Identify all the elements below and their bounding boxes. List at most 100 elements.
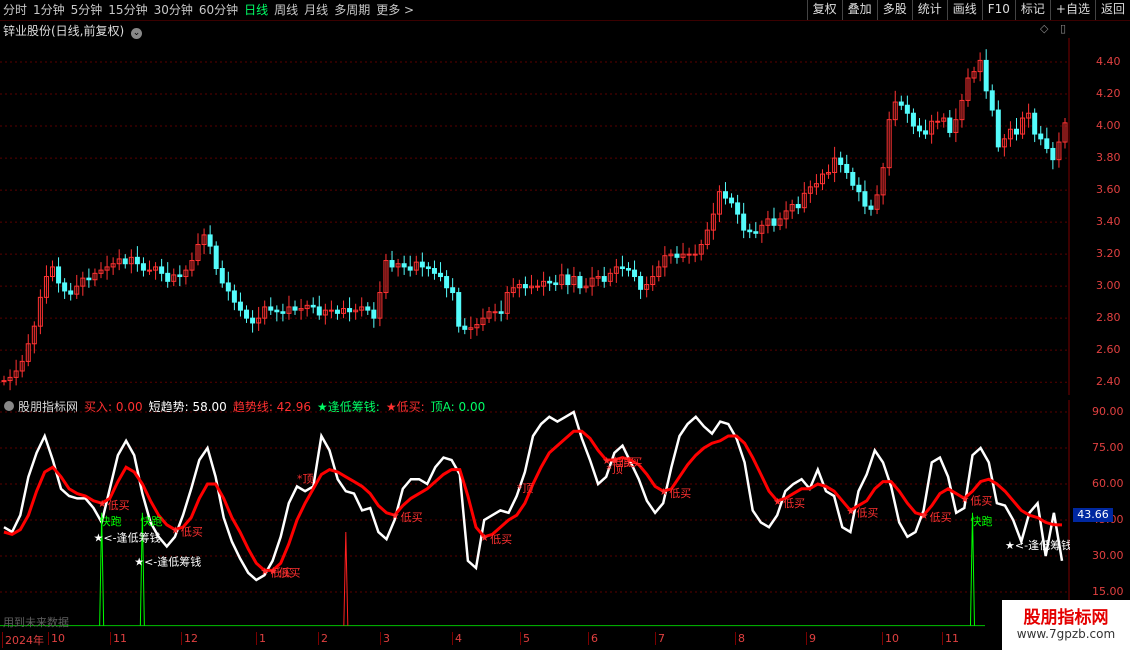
low-buy-label: 低买 <box>620 456 642 469</box>
candle <box>244 309 250 319</box>
indicator-chart[interactable]: 快跑 快跑 快跑★ 低买★ 低买★ 低买★ 低买★ 低买★ 低买★ 低买★ 低买★ 低买★ 低买★ 低买 ★… <box>0 400 1070 628</box>
candle <box>365 306 371 311</box>
candle <box>292 306 298 311</box>
low-buy-label: 低买 <box>490 533 512 546</box>
candle <box>910 112 916 127</box>
low-buy-star: ★ <box>659 487 668 498</box>
price-tick: 3.00 <box>1096 279 1121 293</box>
candle <box>1 380 7 383</box>
period-tab[interactable]: 月线 <box>301 0 331 20</box>
price-tick: 2.60 <box>1096 343 1121 357</box>
candle <box>68 290 74 295</box>
candle <box>134 256 140 265</box>
candle <box>619 266 625 270</box>
watermark-title: 股朋指标网 <box>1023 608 1109 628</box>
indicator-tick: 90.00 <box>1092 405 1124 418</box>
candle <box>565 274 571 286</box>
low-buy-label: 低买 <box>970 494 992 507</box>
period-tab[interactable]: 1分钟 <box>30 0 68 20</box>
candle <box>462 325 468 330</box>
price-tick: 2.40 <box>1096 375 1121 389</box>
period-tabs: 分时 1分钟 5分钟 15分钟 30分钟 60分钟 日线 周线 月线 多周期 更多 > <box>0 0 417 20</box>
low-buy-star: ★ <box>773 497 782 508</box>
low-buy-star: ★ <box>480 533 489 544</box>
candle <box>438 272 444 278</box>
surge-spike <box>139 512 145 626</box>
indicator-tick: 60.00 <box>1092 477 1124 490</box>
candle <box>1013 128 1019 135</box>
candle <box>862 191 868 207</box>
candle <box>553 282 559 286</box>
low-buy-star: ★ <box>920 511 929 522</box>
price-tick: 4.40 <box>1096 55 1121 68</box>
candle <box>1032 112 1038 135</box>
candle <box>632 269 638 278</box>
tool-button[interactable]: 复权 <box>806 0 842 20</box>
price-tick: 4.20 <box>1096 87 1121 101</box>
candle <box>219 268 225 284</box>
period-tab[interactable]: 分时 <box>0 0 30 20</box>
period-tab[interactable]: 更多 > <box>373 0 417 20</box>
period-tab[interactable]: 30分钟 <box>151 0 196 20</box>
candle <box>140 263 146 271</box>
window-icon[interactable]: ▯ <box>1060 22 1066 35</box>
date-label: 3 <box>380 632 390 645</box>
candle <box>856 184 862 193</box>
candle <box>868 205 874 210</box>
candle <box>419 261 425 268</box>
chip-label: ★<-逢低筹钱 <box>134 555 201 569</box>
period-tab[interactable]: 15分钟 <box>105 0 150 20</box>
candle <box>747 229 753 233</box>
watermark: 股朋指标网 www.7gpzb.com <box>1002 600 1130 650</box>
candle <box>328 309 334 312</box>
period-tab[interactable]: 5分钟 <box>68 0 106 20</box>
candle <box>995 109 1001 148</box>
low-buy-star: ★ <box>960 494 969 505</box>
period-tab[interactable]: 周线 <box>271 0 301 20</box>
chip-label: ★<-逢低筹钱 <box>1005 538 1070 552</box>
low-buy-star: ★ <box>269 566 278 577</box>
candle <box>1044 138 1050 149</box>
low-buy-star: ★ <box>846 506 855 517</box>
tool-button[interactable]: +自选 <box>1049 0 1095 20</box>
low-buy-label: 低买 <box>856 506 878 519</box>
tool-button[interactable]: 多股 <box>876 0 912 20</box>
date-axis: 2024年 10 11 12 1 2 3 4 5 6 7 8 9 10 11 <box>0 630 1130 650</box>
period-tab[interactable]: 日线 <box>241 0 271 20</box>
date-label: 4 <box>452 632 462 645</box>
candle <box>147 269 153 272</box>
candle <box>674 253 680 258</box>
candle <box>923 130 929 135</box>
candle <box>935 120 941 123</box>
price-tick: 2.80 <box>1096 311 1121 325</box>
period-tab[interactable]: 多周期 <box>331 0 373 20</box>
candle <box>692 253 698 256</box>
price-tick: 3.40 <box>1096 215 1121 229</box>
tool-button[interactable]: 画线 <box>946 0 982 20</box>
candle <box>213 245 219 270</box>
chip-label: ★<-逢低筹钱 <box>94 531 161 545</box>
candle <box>625 268 631 271</box>
candle <box>686 253 692 256</box>
tool-button[interactable]: 标记 <box>1014 0 1050 20</box>
top-label: *顶 <box>517 482 534 495</box>
candle <box>547 280 553 284</box>
tool-button[interactable]: F10 <box>981 0 1015 20</box>
surge-label: 快跑 <box>140 514 162 528</box>
candle <box>316 306 322 316</box>
candle <box>231 290 237 303</box>
candle <box>1038 133 1044 140</box>
indicator-tick: 30.00 <box>1092 549 1124 562</box>
tool-button[interactable]: 返回 <box>1094 0 1130 20</box>
price-chart[interactable] <box>0 38 1070 395</box>
future-data-note: 用到未来数据 <box>3 616 69 629</box>
candle <box>522 284 528 289</box>
period-tab[interactable]: 60分钟 <box>196 0 241 20</box>
candle <box>1050 147 1056 161</box>
diamond-icon[interactable]: ◇ <box>1040 22 1048 35</box>
date-label: 7 <box>655 632 665 645</box>
tool-button[interactable]: 叠加 <box>841 0 877 20</box>
tool-button[interactable]: 统计 <box>911 0 947 20</box>
watermark-url: www.7gpzb.com <box>1016 627 1116 641</box>
candle <box>347 308 353 313</box>
